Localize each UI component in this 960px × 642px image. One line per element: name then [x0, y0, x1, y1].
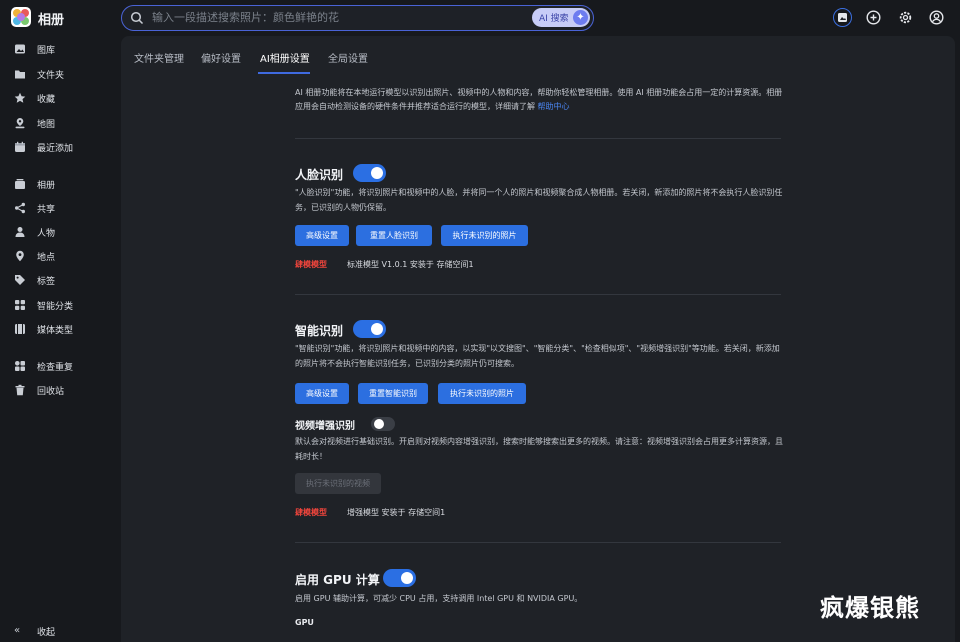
- sidebar-item-label: 收藏: [37, 94, 56, 105]
- sidebar-item-label: 地图: [37, 119, 56, 130]
- sidebar-item-label: 智能分类: [37, 301, 74, 312]
- sidebar-item-label: 回收站: [37, 386, 65, 397]
- sidebar-item-map[interactable]: 地图: [14, 114, 55, 132]
- settings-panel: 文件夹管理 偏好设置 AI相册设置 全局设置 AI 相册功能将在本地运行模型以识…: [121, 36, 955, 642]
- tab-preferences[interactable]: 偏好设置: [201, 50, 241, 65]
- tab-global-settings[interactable]: 全局设置: [328, 50, 368, 65]
- gpu-title: 启用 GPU 计算: [295, 573, 380, 587]
- sidebar-item-favorites[interactable]: 收藏: [14, 89, 55, 107]
- sidebar-item-folders[interactable]: 文件夹: [14, 65, 64, 83]
- photo-upload-icon[interactable]: [833, 8, 852, 27]
- sidebar-item-label: 人物: [37, 228, 56, 239]
- smart-recognition-title: 智能识别: [295, 324, 344, 338]
- face-advanced-settings-button[interactable]: 高级设置: [295, 225, 349, 246]
- ai-search-button[interactable]: AI 搜索 ✦: [532, 8, 590, 27]
- divider: [295, 294, 781, 295]
- gpu-desc: 启用 GPU 辅助计算，可减少 CPU 占用，支持调用 Intel GPU 和 …: [295, 594, 583, 603]
- gpu-label: GPU: [295, 618, 314, 627]
- location-icon: [16, 250, 24, 262]
- sparkle-icon: ✦: [573, 10, 588, 25]
- person-icon: [15, 227, 25, 237]
- active-tab-indicator: [258, 72, 310, 74]
- user-circle-icon[interactable]: [927, 8, 946, 27]
- face-recognition-toggle[interactable]: [353, 164, 386, 182]
- search-icon: [130, 11, 144, 25]
- face-recognition-desc: "人脸识别"功能，将识别照片和视频中的人脸，并将同一个人的照片和视频聚合成人物相…: [295, 188, 783, 212]
- smart-advanced-settings-button[interactable]: 高级设置: [295, 383, 349, 404]
- sidebar-item-media-types[interactable]: 媒体类型: [14, 320, 73, 338]
- sidebar-item-label: 共享: [37, 204, 56, 215]
- sidebar-item-shared[interactable]: 共享: [14, 199, 55, 217]
- duplicate-icon: [15, 361, 25, 371]
- media-icon: [15, 324, 25, 334]
- app-logo-icon: [11, 7, 31, 27]
- video-run-unrecognized-button[interactable]: 执行未识别的视频: [295, 473, 381, 494]
- face-model-tag: 肆模模型: [295, 260, 327, 269]
- face-recognition-title: 人脸识别: [295, 168, 344, 182]
- star-icon: [14, 92, 26, 103]
- sidebar-item-label: 最近添加: [37, 143, 74, 154]
- double-chevron-left-icon: «: [14, 625, 21, 636]
- sidebar-item-label: 文件夹: [37, 70, 65, 81]
- app-title: 相册: [38, 13, 65, 28]
- search-bar[interactable]: AI 搜索 ✦: [121, 5, 594, 31]
- smart-run-unrecognized-button[interactable]: 执行未识别的照片: [438, 383, 526, 404]
- sidebar-item-label: 地点: [37, 252, 56, 263]
- settings-tabs: 文件夹管理 偏好设置 AI相册设置 全局设置: [121, 36, 955, 74]
- sidebar-collapse-button[interactable]: « 收起: [14, 622, 55, 640]
- sidebar-item-label: 相册: [37, 180, 56, 191]
- sidebar: 图库 文件夹 收藏 地图 最近添加 相册 共享 人物 地点 标签 智能分类 媒体…: [0, 36, 118, 642]
- album-icon: [15, 179, 25, 189]
- face-model-info: 标准模型 V1.0.1 安装于 存储空间1: [347, 260, 474, 269]
- smart-recognition-toggle[interactable]: [353, 320, 386, 338]
- folder-icon: [15, 70, 25, 79]
- divider: [295, 542, 781, 543]
- gpu-toggle[interactable]: [383, 569, 416, 587]
- help-center-link[interactable]: 帮助中心: [538, 102, 570, 111]
- video-enhance-title: 视频增强识别: [295, 421, 355, 432]
- face-run-unrecognized-button[interactable]: 执行未识别的照片: [441, 225, 528, 246]
- sidebar-item-smart-category[interactable]: 智能分类: [14, 296, 73, 314]
- sidebar-item-places[interactable]: 地点: [14, 247, 55, 265]
- video-enhance-desc: 默认会对视频进行基础识别。开启则对视频内容增强识别，搜索时能够搜索出更多的视频。…: [295, 437, 783, 461]
- smart-model-tag: 肆模模型: [295, 508, 327, 517]
- divider: [295, 138, 781, 139]
- collapse-label: 收起: [37, 627, 56, 638]
- reset-face-recognition-button[interactable]: 重置人脸识别: [356, 225, 432, 246]
- sidebar-item-check-duplicates[interactable]: 检查重复: [14, 357, 73, 375]
- sidebar-item-label: 标签: [37, 276, 56, 287]
- search-input[interactable]: [152, 9, 522, 26]
- trash-icon: [15, 384, 25, 396]
- sidebar-item-gallery[interactable]: 图库: [14, 40, 55, 58]
- ai-search-label: AI 搜索: [539, 14, 569, 24]
- tab-folder-management[interactable]: 文件夹管理: [134, 50, 184, 65]
- sidebar-item-people[interactable]: 人物: [14, 223, 55, 241]
- sidebar-item-label: 媒体类型: [37, 325, 74, 336]
- intro-text: AI 相册功能将在本地运行模型以识别出照片、视频中的人物和内容，帮助你轻松管理相…: [295, 86, 785, 114]
- map-pin-icon: [15, 118, 25, 129]
- tab-ai-album-settings[interactable]: AI相册设置: [260, 50, 310, 65]
- plus-circle-icon[interactable]: [864, 8, 883, 27]
- sidebar-item-label: 图库: [37, 45, 56, 56]
- grid-icon: [15, 300, 25, 310]
- share-icon: [15, 202, 25, 214]
- tag-icon: [15, 275, 25, 285]
- image-icon: [15, 44, 25, 54]
- sidebar-item-recent[interactable]: 最近添加: [14, 138, 73, 156]
- sidebar-item-tags[interactable]: 标签: [14, 271, 55, 289]
- smart-recognition-desc: "智能识别"功能，将识别照片和视频中的内容，以实现"以文搜图"、"智能分类"、"…: [295, 344, 780, 368]
- reset-smart-recognition-button[interactable]: 重置智能识别: [358, 383, 428, 404]
- sidebar-item-trash[interactable]: 回收站: [14, 381, 64, 399]
- smart-model-info: 增强模型 安装于 存储空间1: [347, 508, 446, 517]
- gear-icon[interactable]: [896, 8, 915, 27]
- sidebar-item-albums[interactable]: 相册: [14, 175, 55, 193]
- calendar-icon: [15, 141, 25, 152]
- top-bar: 相册 AI 搜索 ✦: [0, 0, 960, 36]
- video-enhance-toggle[interactable]: [371, 417, 395, 431]
- sidebar-item-label: 检查重复: [37, 362, 74, 373]
- watermark-text: 疯爆银熊: [820, 594, 920, 622]
